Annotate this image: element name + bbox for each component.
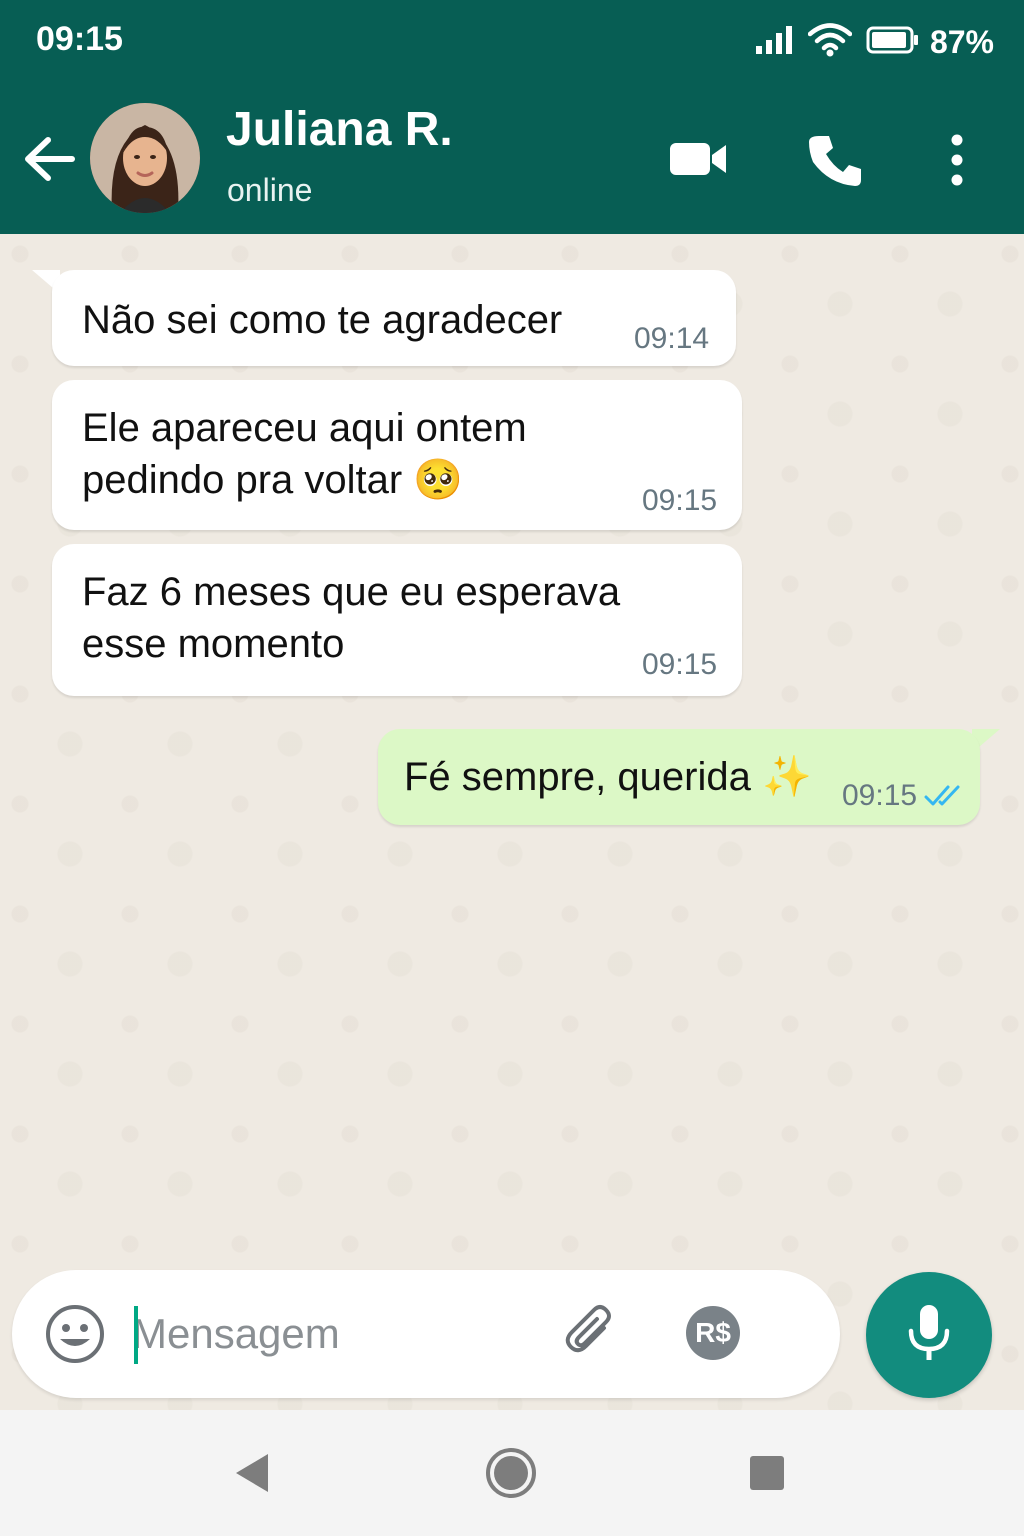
message-bubble-incoming[interactable]: Ele apareceu aqui ontem pedindo pra volt… xyxy=(52,380,742,530)
message-time: 09:15 xyxy=(842,779,918,812)
more-vert-icon[interactable] xyxy=(940,132,974,188)
microphone-icon xyxy=(904,1303,954,1368)
message-time: 09:15 xyxy=(642,484,718,517)
message-text: Ele apareceu aqui ontem pedindo pra volt… xyxy=(82,406,527,502)
message-bubble-outgoing[interactable]: Fé sempre, querida ✨ 09:15 xyxy=(378,729,980,825)
emoji-icon[interactable] xyxy=(44,1303,106,1365)
chat-header: Juliana R. online xyxy=(0,82,1024,234)
message-input[interactable] xyxy=(130,1298,534,1370)
message-text: Fé sempre, querida ✨ xyxy=(404,755,812,799)
avatar[interactable] xyxy=(90,103,200,213)
video-call-icon[interactable] xyxy=(668,137,730,181)
contact-name[interactable]: Juliana R. xyxy=(226,102,453,157)
status-bar: 09:15 87% xyxy=(0,0,1024,82)
wifi-icon xyxy=(807,22,853,62)
system-nav-bar xyxy=(0,1410,1024,1536)
nav-back-icon[interactable] xyxy=(232,1452,272,1499)
message-bubble-incoming[interactable]: Não sei como te agradecer 09:14 xyxy=(52,270,736,366)
battery-icon xyxy=(866,25,920,60)
message-time: 09:14 xyxy=(634,322,710,355)
mic-button[interactable] xyxy=(866,1272,992,1398)
nav-home-icon[interactable] xyxy=(484,1446,538,1505)
read-receipt-icon xyxy=(924,783,964,814)
payment-button[interactable]: R$ xyxy=(686,1306,740,1360)
message-text: Não sei como te agradecer xyxy=(82,298,563,342)
status-icons: 87% xyxy=(754,22,994,62)
chat-messages: Não sei como te agradecer 09:14 Ele apar… xyxy=(0,234,1024,1410)
text-caret xyxy=(134,1306,138,1364)
attachment-icon[interactable] xyxy=(560,1302,622,1364)
message-text: Faz 6 meses que eu esperava esse momento xyxy=(82,570,621,666)
nav-recents-icon[interactable] xyxy=(750,1456,784,1490)
back-arrow-icon[interactable] xyxy=(20,134,78,184)
message-bubble-incoming[interactable]: Faz 6 meses que eu esperava esse momento… xyxy=(52,544,742,696)
message-time: 09:15 xyxy=(642,648,718,681)
phone-icon[interactable] xyxy=(805,132,865,188)
battery-percent: 87% xyxy=(929,23,994,60)
signal-icon xyxy=(754,24,794,61)
message-composer: R$ xyxy=(12,1270,840,1398)
status-time: 09:15 xyxy=(36,20,123,58)
contact-status: online xyxy=(227,172,313,208)
